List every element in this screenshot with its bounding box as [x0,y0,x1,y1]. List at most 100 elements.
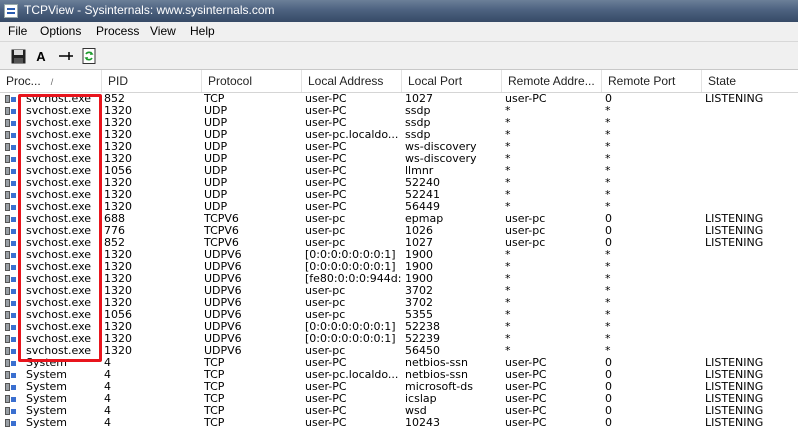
process-icon [5,406,16,416]
table-row[interactable]: System 4 TCP user-PC icslap user-PC 0 LISTENING [0,393,798,405]
table-row[interactable]: svchost.exe 852 TCP user-PC 1027 user-PC 0 LIST… [0,93,798,105]
process-icon [5,166,16,176]
save-button[interactable] [9,47,27,65]
cell-local-port: 52239 [405,333,440,345]
cell-process: System [26,393,68,405]
table-row[interactable]: svchost.exe 1056 UDPV6 user-pc 5355 * * [0,309,798,321]
column-header-pid[interactable]: PID [102,70,202,92]
cell-remote-port: * [605,333,611,345]
font-icon: A [36,48,46,64]
table-row[interactable]: System 4 TCP user-PC netbios-ssn user-PC 0 LIST… [0,357,798,369]
cell-local-port: 3702 [405,297,433,309]
cell-pid: 776 [104,225,125,237]
table-row[interactable]: svchost.exe 1320 UDPV6 user-pc 3702 * * [0,297,798,309]
table-row[interactable]: System 4 TCP user-PC 10243 user-PC 0 LISTENING [0,417,798,429]
table-row[interactable]: svchost.exe 1320 UDPV6 [0:0:0:0:0:0:0:1] 522… [0,333,798,345]
column-header-state[interactable]: State [702,70,798,92]
column-header-remote-address[interactable]: Remote Addre... [502,70,602,92]
refresh-button[interactable] [80,47,98,65]
table-row[interactable]: System 4 TCP user-pc.localdo... netbios-ssn u… [0,369,798,381]
cell-protocol: UDP [204,117,228,129]
table-row[interactable]: svchost.exe 1320 UDP user-PC ssdp * * [0,105,798,117]
cell-protocol: UDP [204,153,228,165]
table-row[interactable]: svchost.exe 1320 UDP user-PC ws-discovery * * [0,141,798,153]
menu-view[interactable]: View [150,24,176,38]
cell-state: LISTENING [705,405,764,417]
list-header: Proc... / PID Protocol Local Address Loca… [0,70,798,93]
cell-remote-port: * [605,297,611,309]
process-icon [5,202,16,212]
table-row[interactable]: svchost.exe 1056 UDP user-PC llmnr * * [0,165,798,177]
cell-protocol: UDPV6 [204,249,242,261]
cell-remote-address: * [505,249,511,261]
table-row[interactable]: svchost.exe 1320 UDPV6 user-pc 56450 * * [0,345,798,357]
cell-pid: 1320 [104,117,132,129]
table-row[interactable]: svchost.exe 1320 UDP user-PC ws-discovery * * [0,153,798,165]
menu-help[interactable]: Help [190,24,215,38]
column-header-local-address[interactable]: Local Address [302,70,402,92]
cell-remote-port: * [605,165,611,177]
font-button[interactable]: A [32,47,50,65]
table-row[interactable]: svchost.exe 1320 UDPV6 [0:0:0:0:0:0:0:1] 190… [0,261,798,273]
table-row[interactable]: System 4 TCP user-PC microsoft-ds user-PC 0 LIS… [0,381,798,393]
table-row[interactable]: System 4 TCP user-PC wsd user-PC 0 LISTENING [0,405,798,417]
cell-process: System [26,369,68,381]
process-icon [5,154,16,164]
cell-remote-address: * [505,345,511,357]
cell-pid: 1056 [104,309,132,321]
cell-remote-port: * [605,273,611,285]
table-row[interactable]: svchost.exe 1320 UDPV6 user-pc 3702 * * [0,285,798,297]
process-icon [5,262,16,272]
process-icon [5,250,16,260]
cell-protocol: UDP [204,141,228,153]
cell-local-port: epmap [405,213,444,225]
cell-remote-port: * [605,249,611,261]
column-header-protocol[interactable]: Protocol [202,70,302,92]
cell-remote-address: * [505,117,511,129]
cell-state: LISTENING [705,393,764,405]
menu-options[interactable]: Options [40,24,81,38]
cell-local-address: user-PC [305,357,347,369]
table-row[interactable]: svchost.exe 1320 UDPV6 [0:0:0:0:0:0:0:1] 522… [0,321,798,333]
column-header-process[interactable]: Proc... / [0,70,102,92]
table-row[interactable]: svchost.exe 1320 UDPV6 [0:0:0:0:0:0:0:1] 190… [0,249,798,261]
column-header-remote-port[interactable]: Remote Port [602,70,702,92]
table-row[interactable]: svchost.exe 1320 UDP user-PC 56449 * * [0,201,798,213]
table-row[interactable]: svchost.exe 1320 UDP user-pc.localdo... ssdp… [0,129,798,141]
cell-protocol: UDPV6 [204,261,242,273]
cell-local-port: 56450 [405,345,440,357]
process-icon [5,142,16,152]
resolve-addresses-button[interactable] [57,47,75,65]
cell-local-port: 1027 [405,237,433,249]
cell-protocol: TCP [204,405,225,417]
cell-local-port: wsd [405,405,427,417]
cell-local-port: 56449 [405,201,440,213]
menu-process[interactable]: Process [96,24,139,38]
cell-remote-port: * [605,105,611,117]
connections-list[interactable]: Proc... / PID Protocol Local Address Loca… [0,70,798,432]
cell-protocol: UDP [204,165,228,177]
column-header-local-port[interactable]: Local Port [402,70,502,92]
cell-local-port: llmnr [405,165,434,177]
toolbar: A [0,41,798,70]
cell-remote-port: * [605,321,611,333]
table-row[interactable]: svchost.exe 776 TCPV6 user-pc 1026 user-pc 0 LI… [0,225,798,237]
table-row[interactable]: svchost.exe 1320 UDP user-PC 52240 * * [0,177,798,189]
cell-remote-port: 0 [605,393,612,405]
cell-local-address: user-pc.localdo... [305,369,399,381]
table-row[interactable]: svchost.exe 688 TCPV6 user-pc epmap user-pc 0 L… [0,213,798,225]
cell-process: System [26,405,68,417]
cell-protocol: TCP [204,381,225,393]
table-row[interactable]: svchost.exe 1320 UDP user-PC 52241 * * [0,189,798,201]
menu-file[interactable]: File [8,24,27,38]
cell-local-port: 1900 [405,273,433,285]
highlight-box [18,94,102,362]
table-row[interactable]: svchost.exe1320UDPV6[fe80:0:0:0:944d:...… [0,273,798,285]
cell-pid: 852 [104,237,125,249]
table-row[interactable]: svchost.exe 1320 UDP user-PC ssdp * * [0,117,798,129]
table-row[interactable]: svchost.exe 852 TCPV6 user-pc 1027 user-pc 0 LI… [0,237,798,249]
cell-local-address: user-PC [305,117,347,129]
tcpview-app-icon [4,4,18,18]
cell-protocol: TCP [204,93,225,105]
cell-remote-port: * [605,177,611,189]
